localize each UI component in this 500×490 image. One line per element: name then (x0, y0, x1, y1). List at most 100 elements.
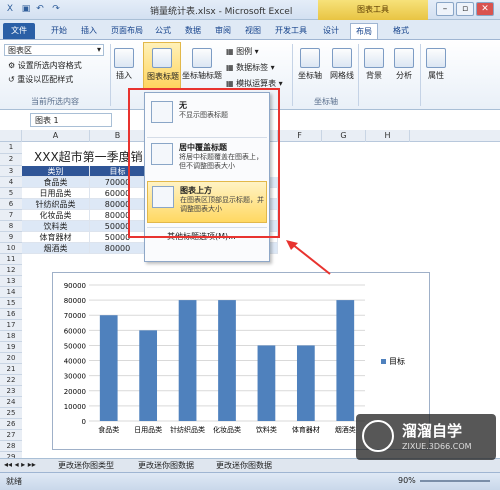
chart-bar[interactable] (139, 330, 158, 421)
tab-home[interactable]: 开始 (46, 23, 72, 39)
sheet-tab[interactable]: 更改迷你图类型 (58, 460, 114, 471)
row-header[interactable]: 26 (0, 419, 22, 430)
tab-insert[interactable]: 插入 (76, 23, 102, 39)
table-header-category[interactable]: 类别 (22, 166, 90, 177)
row-header[interactable]: 15 (0, 298, 22, 309)
column-header[interactable]: G (322, 130, 366, 142)
column-header[interactable]: F (278, 130, 322, 142)
row-header[interactable]: 28 (0, 441, 22, 452)
undo-icon[interactable]: ↶ (34, 3, 46, 15)
format-selection-button[interactable]: ⚙ 设置所选内容格式 (8, 60, 82, 71)
row-header[interactable]: 8 (0, 221, 22, 232)
tab-formulas[interactable]: 公式 (150, 23, 176, 39)
row-header[interactable]: 13 (0, 276, 22, 287)
row-header[interactable]: 4 (0, 177, 22, 188)
x-tick-label: 烟酒类 (335, 425, 356, 434)
tab-design[interactable]: 设计 (318, 23, 344, 39)
row-header[interactable]: 20 (0, 353, 22, 364)
status-bar: 就绪 90% (0, 472, 500, 490)
row-header[interactable]: 14 (0, 287, 22, 298)
excel-logo-icon: X (6, 4, 14, 14)
tab-view[interactable]: 视图 (240, 23, 266, 39)
row-header[interactable]: 11 (0, 254, 22, 265)
tab-page-layout[interactable]: 页面布局 (106, 23, 148, 39)
restore-button[interactable]: ▫ (456, 2, 474, 16)
row-header[interactable]: 22 (0, 375, 22, 386)
row-header[interactable]: 12 (0, 265, 22, 276)
group-axes-label: 坐标轴 (314, 97, 338, 106)
reset-style-button[interactable]: ↺ 重设以匹配样式 (8, 74, 73, 85)
tab-layout[interactable]: 布局 (350, 23, 378, 39)
row-header[interactable]: 9 (0, 232, 22, 243)
tab-file[interactable]: 文件 (3, 23, 35, 39)
row-header[interactable]: 3 (0, 166, 22, 177)
data-labels-button[interactable]: ▦ 数据标签 ▾ (226, 62, 275, 73)
table-cell[interactable]: 80000 (90, 243, 146, 254)
table-cell[interactable]: 烟酒类 (22, 243, 90, 254)
y-tick-label: 30000 (64, 373, 86, 381)
row-header[interactable]: 21 (0, 364, 22, 375)
chart-bar[interactable] (257, 345, 276, 421)
selection-dropdown[interactable]: 图表区 ▾ (4, 44, 104, 56)
chart-tools-label: 图表工具 (318, 0, 428, 20)
sheet-tab[interactable]: 更改迷你图数据 (216, 460, 272, 471)
sheet-tab[interactable]: 更改迷你图数据 (138, 460, 194, 471)
zoom-slider[interactable] (420, 480, 490, 482)
table-cell[interactable]: 体育器材 (22, 232, 90, 243)
column-header[interactable]: H (366, 130, 410, 142)
properties-icon[interactable] (426, 48, 446, 68)
zoom-level[interactable]: 90% (398, 476, 416, 485)
insert-icon[interactable] (114, 48, 134, 68)
chart-bar[interactable] (336, 300, 355, 421)
save-icon[interactable]: ▣ (20, 3, 32, 15)
row-header[interactable]: 6 (0, 199, 22, 210)
tab-review[interactable]: 审阅 (210, 23, 236, 39)
legend-swatch (381, 359, 386, 364)
tab-format[interactable]: 格式 (388, 23, 414, 39)
table-cell[interactable]: 饮料类 (22, 221, 90, 232)
minimize-button[interactable]: – (436, 2, 454, 16)
row-header[interactable]: 23 (0, 386, 22, 397)
row-header[interactable]: 16 (0, 309, 22, 320)
column-header[interactable]: A (22, 130, 90, 142)
tab-developer[interactable]: 开发工具 (270, 23, 312, 39)
chart-bar[interactable] (99, 315, 118, 421)
row-header[interactable]: 19 (0, 342, 22, 353)
row-header[interactable]: 27 (0, 430, 22, 441)
axes-icon[interactable] (300, 48, 320, 68)
selection-dropdown-value: 图表区 (8, 46, 32, 55)
row-header[interactable]: 17 (0, 320, 22, 331)
table-cell[interactable]: 食品类 (22, 177, 90, 188)
select-all-corner[interactable] (0, 130, 22, 142)
axis-title-icon[interactable] (192, 48, 212, 68)
row-header[interactable]: 7 (0, 210, 22, 221)
redo-icon[interactable]: ↷ (50, 3, 62, 15)
row-header[interactable]: 5 (0, 188, 22, 199)
row-header[interactable]: 18 (0, 331, 22, 342)
title-bar: X ▣ ↶ ↷ 销量统计表.xlsx - Microsoft Excel 图表工… (0, 0, 500, 20)
sheet-nav-arrows-icon[interactable]: ◂◂ ◂ ▸ ▸▸ (4, 460, 36, 469)
data-table-label: 模拟运算表 (236, 79, 277, 88)
annotation-highlight-box (128, 88, 280, 238)
chart-bar[interactable] (296, 345, 315, 421)
chart-bar[interactable] (218, 300, 236, 421)
status-text: 就绪 (6, 477, 22, 486)
analysis-icon[interactable] (394, 48, 414, 68)
close-button[interactable]: ✕ (476, 2, 494, 16)
chart-title-button[interactable]: 图表标题 (143, 42, 181, 90)
table-cell[interactable]: 化妆品类 (22, 210, 90, 221)
row-header[interactable]: 10 (0, 243, 22, 254)
row-header[interactable]: 2 (0, 154, 22, 166)
tab-data[interactable]: 数据 (180, 23, 206, 39)
gridlines-icon[interactable] (332, 48, 352, 68)
row-header[interactable]: 1 (0, 142, 22, 154)
chart-bar[interactable] (178, 300, 197, 421)
table-cell[interactable]: 针纺织品类 (22, 199, 90, 210)
name-box[interactable]: 图表 1 (30, 113, 112, 127)
background-icon[interactable] (364, 48, 384, 68)
legend-button[interactable]: ▦ 图例 ▾ (226, 46, 259, 57)
row-header[interactable]: 24 (0, 397, 22, 408)
table-cell[interactable]: 日用品类 (22, 188, 90, 199)
chart-title-icon (152, 48, 172, 68)
row-header[interactable]: 25 (0, 408, 22, 419)
